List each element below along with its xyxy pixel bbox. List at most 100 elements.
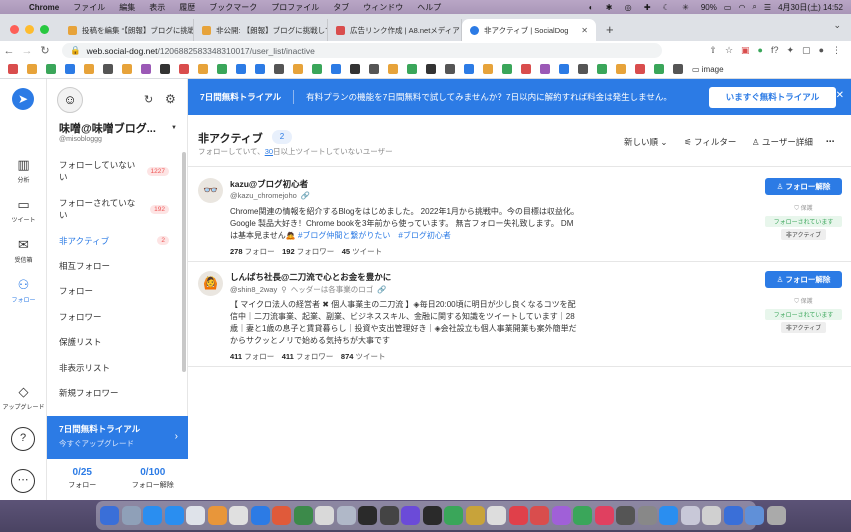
gear-icon[interactable]: ⚙ [165,92,176,106]
bookmark-icon[interactable] [578,64,588,74]
dock-app-icon[interactable] [766,506,786,525]
start-trial-button[interactable]: いますぐ無料トライアル [709,87,836,108]
bookmark-icon[interactable] [654,64,664,74]
dock-app-icon[interactable] [637,506,657,525]
sidebar-item-mutual[interactable]: 相互フォロー [47,253,181,279]
dock-app-icon[interactable] [422,506,442,525]
link-icon[interactable]: 🔗 [377,285,386,294]
sidebar-item-new-followers[interactable]: 新規フォロワー [47,381,181,407]
bio-hashtags[interactable]: #ブログ仲間と繋がりたい #ブログ初心者 [298,231,451,240]
sort-dropdown[interactable]: 新しい順 ⌄ [624,136,668,148]
sidebar-scrollbar[interactable] [182,152,186,372]
rail-follow[interactable]: ⚇ フォロー [0,277,47,304]
dock-app-icon[interactable] [444,506,463,525]
dock-app-icon[interactable] [250,506,270,525]
account-caret-icon[interactable]: ▼ [171,125,177,131]
close-tab-icon[interactable]: ✕ [581,26,588,35]
bookmark-icon[interactable] [255,64,265,74]
dock-app-icon[interactable] [616,506,635,525]
sidebar-item-inactive[interactable]: 非アクティブ 2 [47,228,181,253]
dock-app-icon[interactable] [336,506,356,525]
protect-toggle[interactable]: ⛉ 保護 [765,296,842,306]
menubar-item-view[interactable]: 表示 [142,2,172,13]
user-detail-button[interactable]: ♙ ユーザー詳細 [752,136,813,148]
side-panel-icon[interactable]: ▢ [802,45,811,56]
user-card[interactable]: 🙆 しんぱち社長@二刀流で心とお金を豊かに @shin8_2way ⚲ ヘッダーは各… [188,263,851,367]
rail-analytics[interactable]: ▥ 分析 [0,157,47,184]
dock-app-icon[interactable] [207,506,227,525]
bookmark-icon[interactable] [217,64,227,74]
sidebar-item-following[interactable]: フォロー [47,279,181,305]
battery-percent[interactable]: 90% [701,3,717,12]
back-arrow-icon[interactable]: ← [0,45,18,57]
bookmark-icon[interactable] [426,64,436,74]
unfollow-button[interactable]: ♙ フォロー解除 [765,271,842,288]
bookmark-icon[interactable] [141,64,151,74]
more-options-icon[interactable]: ⋯ [826,136,835,147]
bookmark-icon[interactable] [179,64,189,74]
dock-app-icon[interactable] [465,506,485,525]
menubar-item-tab[interactable]: タブ [326,2,356,13]
socialdog-logo-icon[interactable]: ➤ [12,88,34,110]
rail-inbox[interactable]: ✉ 受信箱 [0,237,47,264]
menubar-item-profile[interactable]: プロファイル [264,2,326,13]
bookmark-icon[interactable] [198,64,208,74]
bookmark-star-icon[interactable]: ☆ [725,45,733,56]
dock-app-icon[interactable] [594,506,614,525]
bookmark-folder-image[interactable]: ▭ image [692,65,724,74]
dock-app-icon[interactable] [272,506,291,525]
menubar-item-window[interactable]: ウィンドウ [356,2,410,13]
browser-tab-2[interactable]: 非公開: 【朗報】ブログに挑戦して✕ [194,19,328,41]
browser-tab-1[interactable]: 投稿を編集 “【朗報】ブログに挑戦…✕ [60,19,194,41]
dock-app-icon[interactable] [530,506,549,525]
bookmark-icon[interactable] [293,64,303,74]
bookmark-icon[interactable] [445,64,455,74]
dock-app-icon[interactable] [401,506,420,525]
days-link[interactable]: 30 [265,147,273,156]
wifi-icon[interactable]: ◠ [738,3,745,12]
bookmark-icon[interactable] [84,64,94,74]
filter-button[interactable]: ⚟ フィルター [684,136,736,148]
bookmark-icon[interactable] [502,64,512,74]
bookmark-icon[interactable] [46,64,56,74]
bookmark-icon[interactable] [160,64,170,74]
bookmark-icon[interactable] [312,64,322,74]
dock-app-icon[interactable] [358,506,377,525]
clock[interactable]: 4月30日(土) 14:52 [778,2,843,13]
link-icon[interactable]: 🔗 [301,191,310,200]
tab-search-chevron-icon[interactable]: ⌄ [833,20,841,31]
sidebar-trial-cta[interactable]: 7日間無料トライアル 今すぐアップグレード › [47,416,188,459]
sidebar-item-followers[interactable]: フォロワー [47,304,181,330]
close-banner-icon[interactable]: ✕ [836,90,844,101]
zoom-window-button[interactable] [40,25,49,34]
dock-app-icon[interactable] [143,506,162,525]
bookmark-icon[interactable] [8,64,18,74]
search-icon[interactable]: ⌕ [752,2,756,12]
extensions-puzzle-icon[interactable]: ✦ [787,45,795,56]
dock-app-icon[interactable] [186,506,205,525]
bookmark-icon[interactable] [483,64,493,74]
account-name[interactable]: 味噌@味噌ブログ... [59,120,156,136]
dock-app-icon[interactable] [293,506,313,525]
bookmark-icon[interactable] [122,64,132,74]
bookmark-icon[interactable] [407,64,417,74]
sidebar-item-not-followed[interactable]: フォローされていない 192 [47,190,181,228]
menubar-item-edit[interactable]: 編集 [112,2,142,13]
bookmark-icon[interactable] [597,64,607,74]
unfollow-button[interactable]: ♙ フォロー解除 [765,178,842,195]
protect-toggle[interactable]: ⛉ 保護 [765,203,842,213]
bookmark-icon[interactable] [521,64,531,74]
dock-app-icon[interactable] [680,506,700,525]
dock-app-icon[interactable] [508,506,528,525]
bookmark-icon[interactable] [369,64,379,74]
dock-app-icon[interactable] [659,506,678,525]
chrome-menu-icon[interactable]: ⋮ [832,45,841,56]
dock-app-icon[interactable] [315,506,334,525]
extension-red-icon[interactable]: ▣ [741,45,750,56]
forward-arrow-icon[interactable]: → [18,45,36,57]
reload-icon[interactable]: ↻ [36,44,54,57]
bookmark-icon[interactable] [388,64,398,74]
new-tab-button[interactable]: + [596,19,624,41]
url-bar[interactable]: 🔒 web.social-dog.net/1206882583348310017… [62,43,662,58]
control-center-icon[interactable]: ☰ [764,3,771,12]
